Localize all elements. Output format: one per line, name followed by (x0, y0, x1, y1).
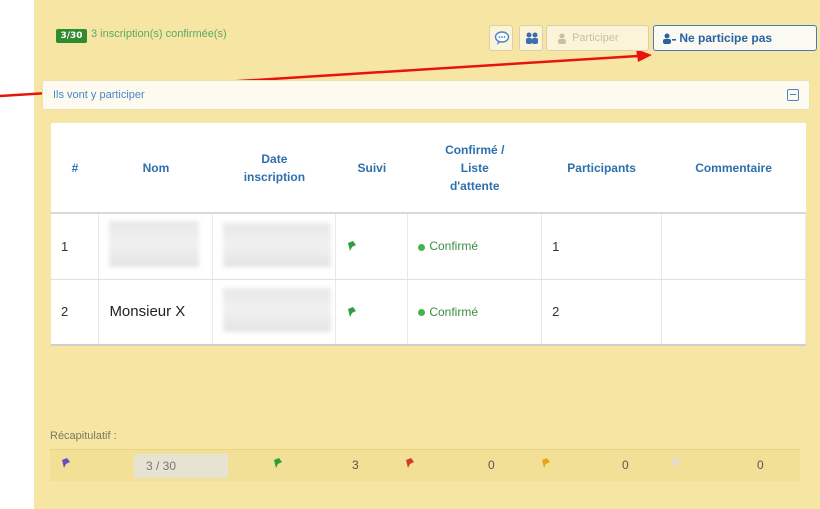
table-row: 1 Confirmé 1 (51, 213, 806, 280)
participate-label: Participer (572, 32, 619, 44)
summary-total: 3 / 30 (134, 454, 228, 478)
col-status-line3: d'attente (449, 178, 500, 193)
col-status-line1: Confirmé / (445, 142, 505, 157)
group-button[interactable] (519, 25, 543, 51)
row-status-label: Confirmé (429, 304, 478, 319)
row-date-redacted (212, 279, 337, 346)
row-participants: 2 (541, 279, 663, 346)
summary-red-pin (404, 457, 416, 469)
col-name: Nom (98, 123, 213, 214)
green-pin-icon (274, 458, 282, 468)
group-icon (526, 32, 538, 44)
row-date-redacted (212, 213, 337, 280)
row-name: Monsieur X (98, 279, 214, 346)
row-status-label: Confirmé (429, 239, 478, 254)
col-participants: Participants (541, 123, 662, 214)
redacted-name (109, 221, 200, 268)
registration-count-badge: 3/30 (56, 29, 87, 43)
col-date: Date inscription (212, 123, 336, 214)
status-dot (418, 243, 426, 251)
row-suivi[interactable] (335, 279, 409, 346)
col-suivi: Suivi (335, 123, 408, 214)
participate-button[interactable]: Participer (546, 25, 649, 51)
topbar: 3/30 3 inscription(s) confirmée(s) Parti… (34, 18, 820, 54)
summary-gray-count: 0 (757, 458, 764, 472)
col-index: # (51, 123, 99, 214)
summary-orange-pin (540, 457, 552, 469)
row-status: Confirmé (407, 279, 543, 346)
comment-button[interactable] (489, 25, 513, 51)
gray-pin-icon (672, 458, 680, 468)
participants-table-wrapper: # Nom Date inscription Suivi Confirmé / … (51, 123, 806, 346)
summary-green-count: 3 (352, 458, 359, 472)
registration-count-text: 3 inscription(s) confirmée(s) (91, 28, 227, 40)
table-row: 2 Monsieur X Confirmé 2 (51, 279, 806, 346)
user-icon (558, 33, 566, 44)
col-date-line1: Date (261, 151, 288, 166)
summary-row: 3 / 30 3 0 0 0 (50, 449, 800, 481)
table-header-row: # Nom Date inscription Suivi Confirmé / … (51, 123, 806, 214)
blue-pin-icon (62, 458, 70, 468)
red-pin-icon (406, 458, 414, 468)
col-comment: Commentaire (661, 123, 806, 214)
summary-blue-pin (60, 457, 72, 469)
not-participate-label: Ne participe pas (679, 31, 773, 45)
summary-gray-pin (670, 457, 682, 469)
orange-pin-icon (542, 458, 550, 468)
participants-table: # Nom Date inscription Suivi Confirmé / … (51, 123, 806, 346)
row-index: 2 (51, 279, 100, 346)
summary-green-pin (272, 457, 284, 469)
row-comment (661, 213, 806, 280)
row-name-redacted (98, 213, 214, 280)
user-minus-icon (663, 33, 676, 45)
row-status: Confirmé (407, 213, 543, 280)
col-date-line2: inscription (243, 169, 306, 184)
green-pin-icon (348, 241, 357, 252)
redacted-date (223, 288, 332, 333)
section-header[interactable]: Ils vont y participer (42, 80, 810, 110)
section-title: Ils vont y participer (53, 89, 145, 101)
col-status: Confirmé / Liste d'attente (407, 123, 542, 214)
collapse-icon[interactable] (787, 89, 799, 101)
status-dot (418, 309, 426, 317)
row-suivi[interactable] (335, 213, 409, 280)
summary-red-count: 0 (488, 458, 495, 472)
row-index: 1 (51, 213, 100, 280)
summary-orange-count: 0 (622, 458, 629, 472)
not-participate-button[interactable]: Ne participe pas (653, 25, 817, 51)
col-status-line2: Liste (460, 160, 489, 175)
row-participants: 1 (541, 213, 663, 280)
chat-icon (494, 31, 510, 45)
green-pin-icon (348, 306, 357, 317)
row-comment (661, 279, 806, 346)
redacted-date (223, 222, 332, 267)
summary-label: Récapitulatif : (50, 430, 117, 442)
